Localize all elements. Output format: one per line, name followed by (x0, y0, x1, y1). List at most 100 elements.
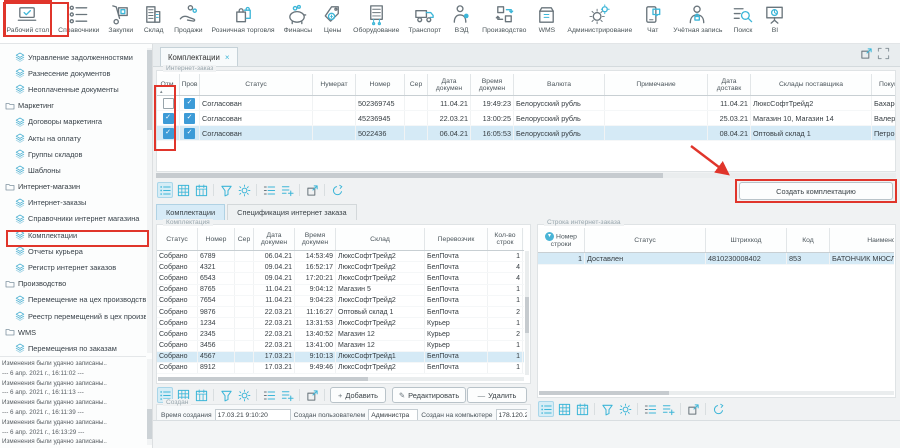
column-header[interactable]: Штрихкод (706, 228, 787, 253)
toolbar-item-ved[interactable]: ВЭД (450, 3, 473, 34)
toolbar-item-search[interactable]: Поиск (731, 3, 754, 34)
view-calendar-button[interactable] (574, 401, 590, 417)
assembly-hscrollbar[interactable] (158, 377, 524, 381)
sidebar-item[interactable]: Маркетинг (0, 98, 146, 114)
subtab[interactable]: Комплектации (156, 204, 225, 220)
sidebar-item[interactable]: Перемещения по заказам (0, 340, 146, 356)
column-header[interactable]: Номер (198, 228, 235, 251)
view-calendar-button[interactable] (193, 387, 209, 403)
filter-button[interactable] (218, 182, 234, 198)
order-row[interactable]: ✓✓Согласован502243606.04.2116:05:53Белор… (157, 126, 895, 141)
view-calendar-button[interactable] (193, 182, 209, 198)
assembly-row[interactable]: Собрано891217.03.219:49:46ЛюксСофтТрейд2… (157, 362, 524, 373)
sidebar-item[interactable]: Интернет-заказы (0, 195, 146, 211)
column-header[interactable]: Примечание (605, 74, 708, 96)
toolbar-item-purchases[interactable]: Закупки (108, 3, 133, 34)
sidebar-item[interactable]: Неоплаченные документы (0, 81, 146, 97)
toolbar-item-desktop[interactable]: Рабочий стол (7, 3, 50, 34)
toolbar-item-account[interactable]: Учётная запись (673, 3, 722, 34)
toolbar-item-bi[interactable]: BI (763, 3, 786, 34)
view-list-button[interactable] (538, 401, 554, 417)
column-header[interactable]: Склады поставщика (751, 74, 872, 96)
column-header[interactable]: Валюта (514, 74, 605, 96)
sidebar-item[interactable]: Акты на оплату (0, 130, 146, 146)
sidebar-item[interactable]: Регистр интернет заказов (0, 259, 146, 275)
column-header[interactable]: Наименова (830, 228, 895, 253)
checkbox[interactable]: ✓ (163, 113, 174, 124)
toolbar-item-retail[interactable]: Розничная торговля (212, 3, 275, 34)
column-header[interactable]: Дата доставк (708, 74, 751, 96)
sidebar-item[interactable]: Управление задолженностями (0, 49, 146, 65)
sidebar-item[interactable]: Шаблоны (0, 162, 146, 178)
expand-button[interactable] (877, 47, 890, 60)
column-header[interactable]: Склад (336, 228, 425, 251)
sidebar-item[interactable]: Интернет-магазин (0, 179, 146, 195)
gear-button[interactable] (236, 182, 252, 198)
assembly-row[interactable]: Собрано765411.04.219:04:23ЛюксСофтТрейд2… (157, 295, 524, 306)
popout-button[interactable] (685, 401, 701, 417)
toolbar-item-transport[interactable]: Транспорт (408, 3, 441, 34)
assembly-row[interactable]: Собрано456717.03.219:10:13ЛюксСофтТрейд1… (157, 351, 524, 362)
subtab[interactable]: Спецификация интернет заказа (227, 204, 356, 220)
sidebar-item[interactable]: Реестр перемещений в цех производ (0, 308, 146, 324)
assembly-row[interactable]: Собрано234522.03.2113:40:52Магазин 12Кур… (157, 329, 524, 340)
numbered-list-button[interactable] (261, 387, 277, 403)
edit-button[interactable]: ✎Редактировать (392, 387, 466, 403)
tab-komplektacii[interactable]: Комплектации × (160, 47, 238, 66)
assembly-row[interactable]: Собрано123422.03.2113:31:53ЛюксСофтТрейд… (157, 318, 524, 329)
sidebar-item-komplektacii[interactable]: Комплектации (0, 227, 146, 243)
popout-button[interactable] (304, 182, 320, 198)
sidebar-item[interactable]: Перемещение на цех производства (0, 292, 146, 308)
toolbar-item-sales[interactable]: Продажи (174, 3, 202, 34)
column-header[interactable]: Номер (356, 74, 405, 96)
column-header[interactable]: Сер (405, 74, 428, 96)
column-header[interactable]: Время докумен (471, 74, 514, 96)
sidebar-item[interactable]: WMS (0, 324, 146, 340)
list-add-button[interactable] (660, 401, 676, 417)
assembly-row[interactable]: Собрано345622.03.2113:41:00Магазин 12Кур… (157, 340, 524, 351)
toolbar-item-directories[interactable]: Справочники (58, 3, 99, 34)
numbered-list-button[interactable] (261, 182, 277, 198)
assembly-row[interactable]: Собрано654309.04.2117:20:21ЛюксСофтТрейд… (157, 273, 524, 284)
column-header[interactable]: Кол-в (всего (523, 228, 525, 251)
column-header[interactable]: Отм.▴ (157, 74, 180, 96)
view-list-button[interactable] (157, 182, 173, 198)
order-line-row[interactable]: 1Доставлен4810230008402853БАТОНЧИК МЮСЛИ… (538, 253, 894, 265)
create-assembly-button[interactable]: Создать комплектацию (739, 182, 893, 200)
popout-button[interactable] (304, 387, 320, 403)
column-header[interactable]: Покупатель инт (872, 74, 896, 96)
column-header[interactable]: Статус (200, 74, 313, 96)
toolbar-item-production[interactable]: Производство (482, 3, 526, 34)
column-header[interactable]: Пров (180, 74, 200, 96)
toolbar-item-wms[interactable]: WMS (535, 3, 558, 34)
sidebar-item[interactable]: Разнесение документов (0, 65, 146, 81)
assembly-row[interactable]: Собрано876511.04.219:04:12Магазин 5БелПо… (157, 284, 524, 295)
toolbar-item-equipment[interactable]: Оборудование (353, 3, 399, 34)
column-header[interactable]: Нумерат (313, 74, 356, 96)
assembly-vscrollbar[interactable] (525, 251, 529, 375)
checkbox[interactable]: ✓ (184, 113, 195, 124)
column-header[interactable]: Сер (235, 228, 254, 251)
sidebar-item[interactable]: Справочники интернет магазина (0, 211, 146, 227)
toolbar-item-prices[interactable]: Цены (321, 3, 344, 34)
checkbox[interactable]: ✓ (163, 128, 174, 139)
sidebar-item[interactable]: Отчеты курьера (0, 243, 146, 259)
toolbar-item-finance[interactable]: Финансы (284, 3, 313, 34)
list-add-button[interactable] (279, 182, 295, 198)
list-add-button[interactable] (279, 387, 295, 403)
column-header[interactable]: ▾Номер строки (538, 228, 585, 253)
numbered-list-button[interactable] (642, 401, 658, 417)
column-header[interactable]: Кол-во строк (488, 228, 523, 251)
refresh-button[interactable] (710, 401, 726, 417)
column-header[interactable]: Статус (157, 228, 198, 251)
toolbar-item-administration[interactable]: Администрирование (567, 3, 632, 34)
order-row[interactable]: ✓Согласован50236974511.04.2119:49:23Бело… (157, 96, 895, 111)
filter-button[interactable] (218, 387, 234, 403)
column-header[interactable]: Дата докумен (428, 74, 471, 96)
checkbox[interactable]: ✓ (184, 128, 195, 139)
refresh-button[interactable] (329, 182, 345, 198)
assembly-row[interactable]: Собрано432109.04.2116:52:17ЛюксСофтТрейд… (157, 262, 524, 273)
assembly-row[interactable]: Собрано987622.03.2111:16:27Оптовый склад… (157, 306, 524, 317)
sidebar-item[interactable]: Производство (0, 276, 146, 292)
view-grid-button[interactable] (175, 182, 191, 198)
